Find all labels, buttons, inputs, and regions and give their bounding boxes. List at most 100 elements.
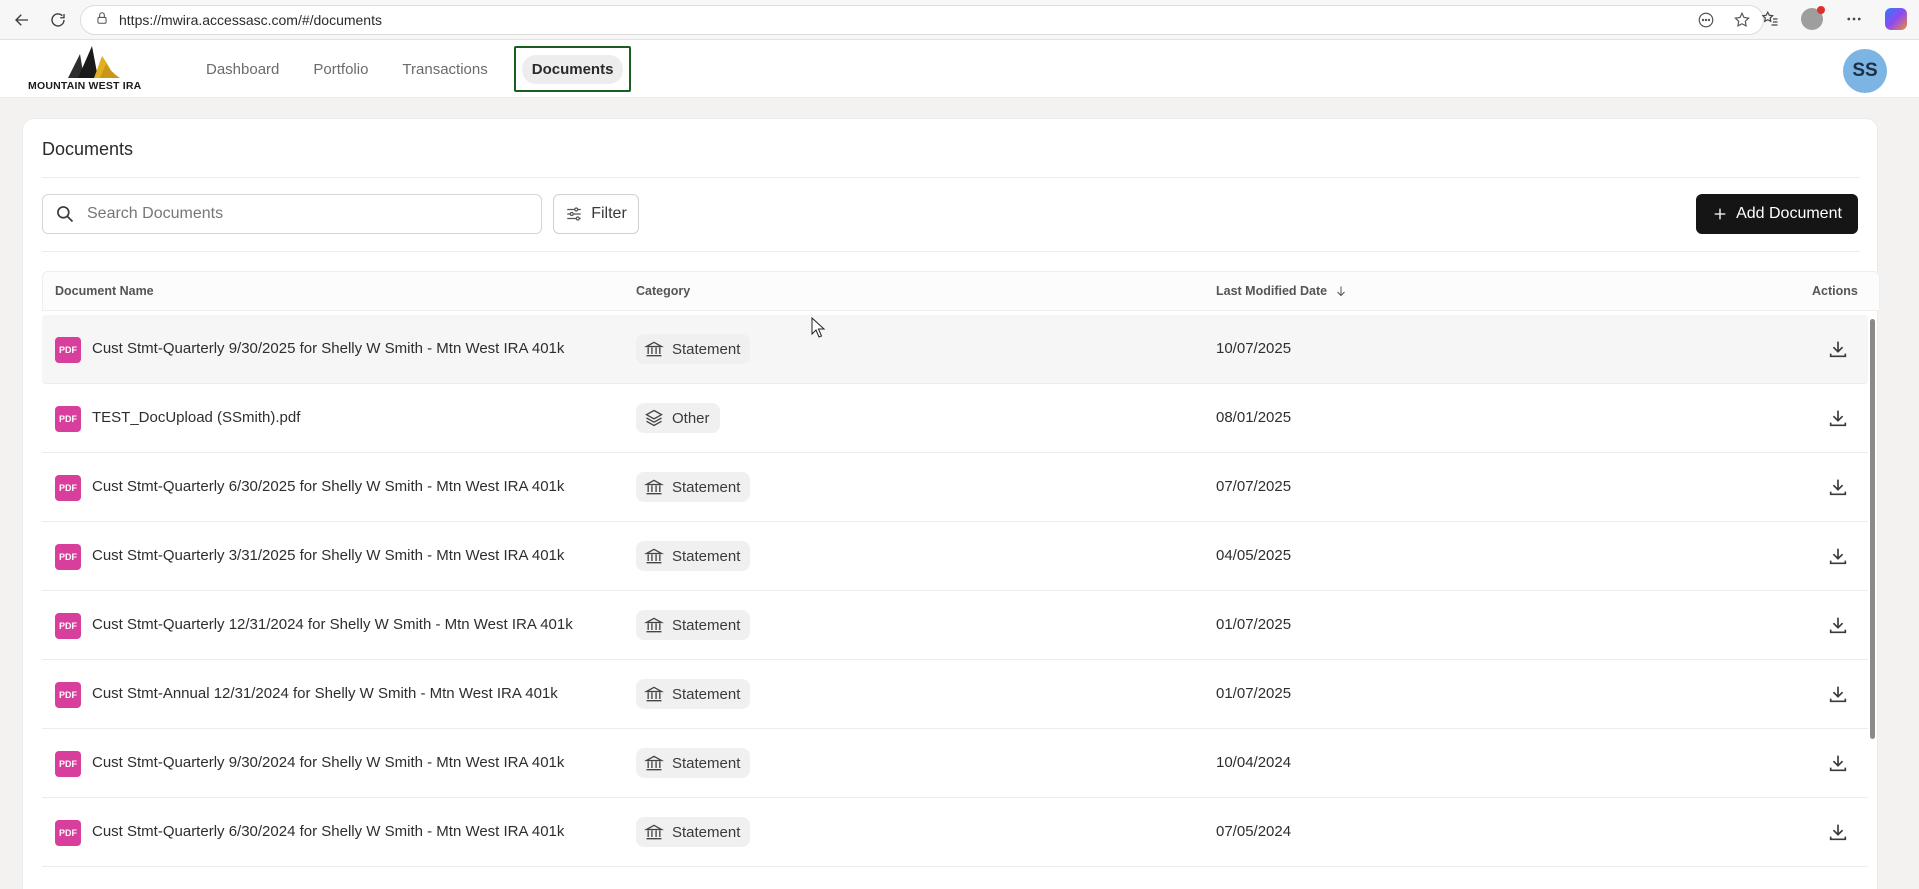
pdf-icon: PDF — [55, 613, 81, 639]
download-icon — [1829, 410, 1847, 427]
category-label: Statement — [672, 823, 741, 841]
category-label: Statement — [672, 616, 741, 634]
add-document-label: Add Document — [1736, 205, 1842, 222]
bank-icon — [644, 548, 664, 564]
category-label: Statement — [672, 754, 741, 772]
document-name[interactable]: Cust Stmt-Quarterly 9/30/2025 for Shelly… — [92, 340, 564, 357]
profile-button[interactable] — [1799, 6, 1825, 32]
document-name[interactable]: Cust Stmt-Annual 12/31/2024 for Shelly W… — [92, 685, 558, 702]
download-icon — [1829, 479, 1847, 496]
documents-card: Documents Filter Add Document Document N… — [22, 118, 1880, 889]
bank-icon — [644, 617, 664, 633]
table-row[interactable]: PDF Cust Stmt-Quarterly 6/30/2025 for Sh… — [42, 453, 1868, 522]
column-header-name[interactable]: Document Name — [55, 284, 154, 298]
favorites-list-icon — [1761, 10, 1778, 26]
table-row[interactable]: PDF Cust Stmt-Quarterly 6/30/2024 for Sh… — [42, 798, 1868, 867]
search-box[interactable] — [42, 194, 542, 234]
table-header: Document Name Category Last Modified Dat… — [42, 271, 1880, 311]
modified-date: 07/07/2025 — [1216, 478, 1292, 495]
category-label: Statement — [672, 478, 741, 496]
table-row[interactable]: PDF Cust Stmt-Quarterly 3/31/2025 for Sh… — [42, 522, 1868, 591]
settings-menu-button[interactable] — [1841, 6, 1867, 32]
category-chip: Statement — [636, 610, 751, 640]
download-icon — [1829, 617, 1847, 634]
nav-documents[interactable]: Documents — [513, 46, 632, 92]
modified-date: 10/07/2025 — [1216, 340, 1292, 357]
column-header-category[interactable]: Category — [636, 284, 690, 298]
top-navigation: Dashboard Portfolio Transactions Documen… — [198, 46, 649, 92]
document-name[interactable]: Cust Stmt-Quarterly 9/30/2024 for Shelly… — [92, 754, 564, 771]
nav-portfolio[interactable]: Portfolio — [305, 46, 376, 92]
copilot-button[interactable] — [1883, 6, 1909, 32]
download-button[interactable] — [1826, 406, 1850, 430]
pdf-icon: PDF — [55, 682, 81, 708]
download-button[interactable] — [1826, 613, 1850, 637]
document-name[interactable]: Cust Stmt-Quarterly 3/31/2025 for Shelly… — [92, 547, 564, 564]
download-icon — [1829, 341, 1847, 358]
category-chip: Statement — [636, 748, 751, 778]
table-row[interactable]: PDF Cust Stmt-Quarterly 9/30/2024 for Sh… — [42, 729, 1868, 798]
sliders-icon — [567, 207, 581, 221]
browser-toolbar: https://mwira.accessasc.com/#/documents — [0, 0, 1919, 40]
download-icon — [1829, 824, 1847, 841]
more-options-circle-icon[interactable] — [1697, 11, 1715, 29]
ellipsis-icon — [1847, 17, 1861, 21]
filter-button[interactable]: Filter — [553, 194, 639, 234]
user-avatar[interactable]: SS — [1843, 49, 1887, 93]
star-icon[interactable] — [1733, 11, 1751, 29]
download-button[interactable] — [1826, 475, 1850, 499]
table-row[interactable]: PDF Cust Stmt-Quarterly 9/30/2025 for Sh… — [42, 315, 1868, 384]
pdf-icon: PDF — [55, 820, 81, 846]
category-label: Statement — [672, 685, 741, 703]
modified-date: 01/07/2025 — [1216, 685, 1292, 702]
back-button[interactable] — [8, 6, 36, 34]
column-header-date[interactable]: Last Modified Date — [1216, 284, 1347, 298]
copilot-icon — [1885, 8, 1907, 30]
divider — [42, 251, 1860, 252]
column-header-date-label: Last Modified Date — [1216, 284, 1328, 298]
address-bar[interactable]: https://mwira.accessasc.com/#/documents — [80, 5, 1764, 35]
document-name[interactable]: Cust Stmt-Quarterly 6/30/2024 for Shelly… — [92, 823, 564, 840]
table-scrollbar-thumb[interactable] — [1870, 319, 1875, 739]
download-button[interactable] — [1826, 751, 1850, 775]
logo[interactable]: MOUNTAIN WEST IRA — [28, 46, 150, 92]
category-chip: Statement — [636, 472, 751, 502]
bank-icon — [644, 824, 664, 840]
download-button[interactable] — [1826, 544, 1850, 568]
download-button[interactable] — [1826, 682, 1850, 706]
nav-dashboard[interactable]: Dashboard — [198, 46, 287, 92]
pdf-icon: PDF — [55, 475, 81, 501]
category-chip: Statement — [636, 817, 751, 847]
modified-date: 07/05/2024 — [1216, 823, 1292, 840]
table-row[interactable]: PDF TEST_DocUpload (SSmith).pdf Other 08… — [42, 384, 1868, 453]
refresh-icon — [51, 12, 65, 27]
logo-text: MOUNTAIN WEST IRA — [28, 80, 142, 92]
download-button[interactable] — [1826, 820, 1850, 844]
download-icon — [1829, 755, 1847, 772]
table-row[interactable]: PDF Cust Stmt-Annual 12/31/2024 for Shel… — [42, 660, 1868, 729]
favorites-button[interactable] — [1757, 6, 1783, 32]
pdf-icon: PDF — [55, 751, 81, 777]
modified-date: 01/07/2025 — [1216, 616, 1292, 633]
refresh-button[interactable] — [44, 6, 72, 34]
pdf-icon: PDF — [55, 337, 81, 363]
document-name[interactable]: TEST_DocUpload (SSmith).pdf — [92, 409, 300, 426]
nav-transactions[interactable]: Transactions — [394, 46, 495, 92]
modified-date: 08/01/2025 — [1216, 409, 1292, 426]
document-name[interactable]: Cust Stmt-Quarterly 6/30/2025 for Shelly… — [92, 478, 564, 495]
arrow-left-icon — [15, 13, 28, 26]
download-button[interactable] — [1826, 337, 1850, 361]
document-name[interactable]: Cust Stmt-Quarterly 12/31/2024 for Shell… — [92, 616, 573, 633]
bank-icon — [644, 479, 664, 495]
add-document-button[interactable]: Add Document — [1696, 194, 1858, 234]
app-header: MOUNTAIN WEST IRA Dashboard Portfolio Tr… — [0, 40, 1919, 98]
mouse-cursor-icon — [811, 317, 826, 338]
documents-table: Document Name Category Last Modified Dat… — [42, 271, 1880, 867]
search-input[interactable] — [87, 205, 507, 223]
url-text: https://mwira.accessasc.com/#/documents — [119, 12, 382, 28]
bank-icon — [644, 341, 664, 357]
search-icon — [57, 206, 74, 223]
divider — [42, 177, 1860, 178]
bank-icon — [644, 686, 664, 702]
table-row[interactable]: PDF Cust Stmt-Quarterly 12/31/2024 for S… — [42, 591, 1868, 660]
